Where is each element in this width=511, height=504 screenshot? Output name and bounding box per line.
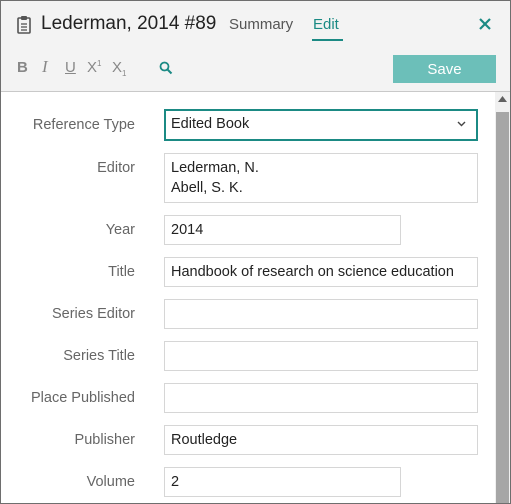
editor-line: Lederman, N. — [171, 160, 259, 176]
title-field[interactable]: Handbook of research on science educatio… — [164, 257, 478, 287]
series-title-label: Series Title — [63, 348, 135, 364]
subscript-mark: 1 — [122, 69, 127, 78]
tab-edit[interactable]: Edit — [313, 16, 339, 33]
reference-type-select[interactable]: Edited Book — [164, 109, 478, 141]
editor-label: Editor — [97, 160, 135, 176]
tab-summary[interactable]: Summary — [229, 16, 293, 33]
header: Lederman, 2014 #89 Summary Edit B I U X1… — [1, 1, 510, 92]
series-editor-field[interactable] — [164, 299, 478, 329]
superscript-mark: 1 — [97, 59, 102, 68]
underline-button[interactable]: U — [65, 59, 76, 76]
superscript-base: X — [87, 59, 98, 76]
series-title-field[interactable] — [164, 341, 478, 371]
reference-title: Lederman, 2014 #89 — [41, 13, 217, 34]
volume-field[interactable]: 2 — [164, 467, 401, 497]
search-icon[interactable] — [159, 61, 173, 75]
year-field[interactable]: 2014 — [164, 215, 401, 245]
editor-field[interactable]: Lederman, N. Abell, S. K. — [164, 153, 478, 203]
place-published-label: Place Published — [31, 390, 135, 406]
close-icon[interactable] — [477, 16, 493, 32]
reference-type-value: Edited Book — [171, 116, 250, 132]
bold-button[interactable]: B — [17, 59, 28, 76]
publisher-label: Publisher — [74, 432, 135, 448]
superscript-button[interactable]: X1 — [87, 59, 101, 76]
volume-label: Volume — [86, 474, 135, 490]
clipboard-icon — [17, 16, 31, 34]
chevron-down-icon — [457, 121, 466, 127]
active-tab-indicator — [312, 39, 343, 41]
italic-button[interactable]: I — [42, 57, 48, 77]
reference-type-label: Reference Type — [32, 117, 135, 133]
save-button[interactable]: Save — [393, 55, 496, 83]
edit-form: Reference Type Edited Book Editor Lederm… — [1, 92, 494, 503]
publisher-field[interactable]: Routledge — [164, 425, 478, 455]
year-label: Year — [105, 222, 135, 238]
scroll-up-arrow-icon[interactable] — [498, 96, 507, 102]
subscript-button[interactable]: X1 — [112, 59, 126, 78]
subscript-base: X — [112, 59, 123, 76]
series-editor-label: Series Editor — [51, 306, 135, 322]
vertical-scrollbar[interactable] — [495, 92, 510, 503]
title-label: Title — [108, 264, 135, 280]
editor-line: Abell, S. K. — [171, 180, 243, 196]
scrollbar-thumb[interactable] — [496, 112, 509, 503]
place-published-field[interactable] — [164, 383, 478, 413]
reference-editor-window: Lederman, 2014 #89 Summary Edit B I U X1… — [0, 0, 511, 504]
